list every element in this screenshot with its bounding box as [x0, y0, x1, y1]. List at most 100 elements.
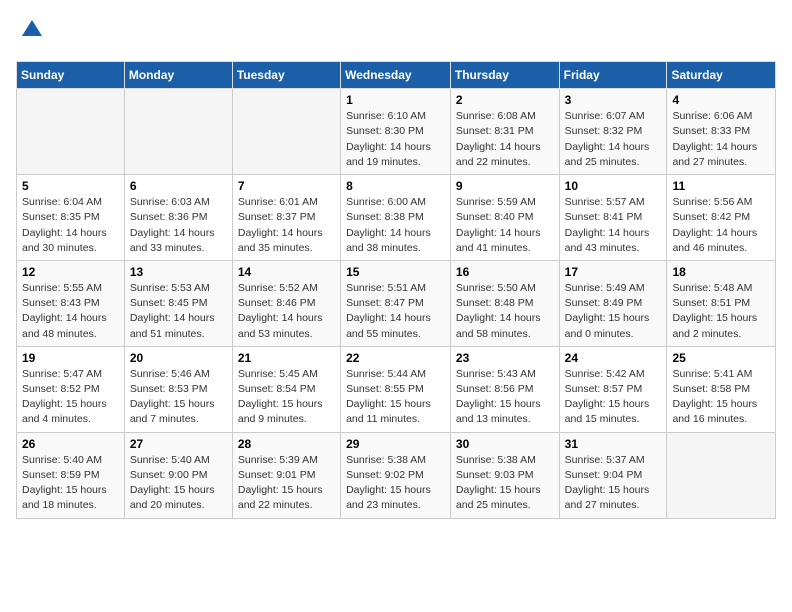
- day-info: Sunrise: 5:50 AM Sunset: 8:48 PM Dayligh…: [456, 281, 554, 342]
- day-number: 17: [565, 265, 662, 279]
- calendar-cell: [17, 89, 125, 175]
- day-number: 27: [130, 437, 227, 451]
- day-info: Sunrise: 5:53 AM Sunset: 8:45 PM Dayligh…: [130, 281, 227, 342]
- day-number: 15: [346, 265, 445, 279]
- calendar-cell: 1 Sunrise: 6:10 AM Sunset: 8:30 PM Daylig…: [341, 89, 451, 175]
- day-info: Sunrise: 5:59 AM Sunset: 8:40 PM Dayligh…: [456, 195, 554, 256]
- day-number: 23: [456, 351, 554, 365]
- day-number: 2: [456, 93, 554, 107]
- calendar-cell: 31 Sunrise: 5:37 AM Sunset: 9:04 PM Dayli…: [559, 432, 667, 518]
- day-number: 19: [22, 351, 119, 365]
- day-number: 30: [456, 437, 554, 451]
- calendar-cell: 30 Sunrise: 5:38 AM Sunset: 9:03 PM Dayli…: [450, 432, 559, 518]
- calendar-cell: 17 Sunrise: 5:49 AM Sunset: 8:49 PM Dayli…: [559, 260, 667, 346]
- day-info: Sunrise: 5:38 AM Sunset: 9:02 PM Dayligh…: [346, 453, 445, 514]
- day-number: 13: [130, 265, 227, 279]
- day-info: Sunrise: 5:37 AM Sunset: 9:04 PM Dayligh…: [565, 453, 662, 514]
- day-number: 31: [565, 437, 662, 451]
- day-info: Sunrise: 5:51 AM Sunset: 8:47 PM Dayligh…: [346, 281, 445, 342]
- day-info: Sunrise: 5:48 AM Sunset: 8:51 PM Dayligh…: [672, 281, 770, 342]
- day-info: Sunrise: 5:55 AM Sunset: 8:43 PM Dayligh…: [22, 281, 119, 342]
- day-number: 20: [130, 351, 227, 365]
- calendar-cell: 5 Sunrise: 6:04 AM Sunset: 8:35 PM Daylig…: [17, 175, 125, 261]
- calendar-week-row: 5 Sunrise: 6:04 AM Sunset: 8:35 PM Daylig…: [17, 175, 776, 261]
- calendar-week-row: 19 Sunrise: 5:47 AM Sunset: 8:52 PM Dayli…: [17, 346, 776, 432]
- day-info: Sunrise: 6:01 AM Sunset: 8:37 PM Dayligh…: [238, 195, 335, 256]
- calendar-cell: 11Sunrise: 5:56 AM Sunset: 8:42 PM Dayli…: [667, 175, 776, 261]
- day-info: Sunrise: 6:08 AM Sunset: 8:31 PM Dayligh…: [456, 109, 554, 170]
- calendar-cell: 2 Sunrise: 6:08 AM Sunset: 8:31 PM Daylig…: [450, 89, 559, 175]
- calendar-cell: 9 Sunrise: 5:59 AM Sunset: 8:40 PM Daylig…: [450, 175, 559, 261]
- day-info: Sunrise: 5:40 AM Sunset: 9:00 PM Dayligh…: [130, 453, 227, 514]
- col-header-wednesday: Wednesday: [341, 62, 451, 89]
- day-number: 18: [672, 265, 770, 279]
- calendar-cell: [124, 89, 232, 175]
- day-number: 25: [672, 351, 770, 365]
- day-number: 16: [456, 265, 554, 279]
- page-header: [16, 16, 776, 49]
- day-number: 4: [672, 93, 770, 107]
- day-info: Sunrise: 5:45 AM Sunset: 8:54 PM Dayligh…: [238, 367, 335, 428]
- day-info: Sunrise: 6:04 AM Sunset: 8:35 PM Dayligh…: [22, 195, 119, 256]
- calendar-cell: 26Sunrise: 5:40 AM Sunset: 8:59 PM Dayli…: [17, 432, 125, 518]
- day-number: 11: [672, 179, 770, 193]
- day-number: 14: [238, 265, 335, 279]
- day-info: Sunrise: 5:52 AM Sunset: 8:46 PM Dayligh…: [238, 281, 335, 342]
- logo: [16, 16, 46, 49]
- day-info: Sunrise: 5:42 AM Sunset: 8:57 PM Dayligh…: [565, 367, 662, 428]
- day-info: Sunrise: 6:10 AM Sunset: 8:30 PM Dayligh…: [346, 109, 445, 170]
- calendar-cell: 28 Sunrise: 5:39 AM Sunset: 9:01 PM Dayli…: [232, 432, 340, 518]
- day-number: 22: [346, 351, 445, 365]
- day-number: 9: [456, 179, 554, 193]
- day-info: Sunrise: 5:43 AM Sunset: 8:56 PM Dayligh…: [456, 367, 554, 428]
- day-info: Sunrise: 5:49 AM Sunset: 8:49 PM Dayligh…: [565, 281, 662, 342]
- calendar-week-row: 26Sunrise: 5:40 AM Sunset: 8:59 PM Dayli…: [17, 432, 776, 518]
- calendar-header-row: SundayMondayTuesdayWednesdayThursdayFrid…: [17, 62, 776, 89]
- day-info: Sunrise: 5:38 AM Sunset: 9:03 PM Dayligh…: [456, 453, 554, 514]
- day-number: 10: [565, 179, 662, 193]
- day-number: 3: [565, 93, 662, 107]
- day-info: Sunrise: 5:39 AM Sunset: 9:01 PM Dayligh…: [238, 453, 335, 514]
- calendar-cell: 13 Sunrise: 5:53 AM Sunset: 8:45 PM Dayli…: [124, 260, 232, 346]
- col-header-saturday: Saturday: [667, 62, 776, 89]
- day-number: 1: [346, 93, 445, 107]
- calendar-week-row: 12Sunrise: 5:55 AM Sunset: 8:43 PM Dayli…: [17, 260, 776, 346]
- day-info: Sunrise: 6:06 AM Sunset: 8:33 PM Dayligh…: [672, 109, 770, 170]
- calendar-table: SundayMondayTuesdayWednesdayThursdayFrid…: [16, 61, 776, 518]
- day-info: Sunrise: 5:44 AM Sunset: 8:55 PM Dayligh…: [346, 367, 445, 428]
- calendar-cell: 24 Sunrise: 5:42 AM Sunset: 8:57 PM Dayli…: [559, 346, 667, 432]
- col-header-friday: Friday: [559, 62, 667, 89]
- calendar-cell: 12Sunrise: 5:55 AM Sunset: 8:43 PM Dayli…: [17, 260, 125, 346]
- calendar-cell: [667, 432, 776, 518]
- day-info: Sunrise: 6:00 AM Sunset: 8:38 PM Dayligh…: [346, 195, 445, 256]
- day-number: 28: [238, 437, 335, 451]
- calendar-cell: 18 Sunrise: 5:48 AM Sunset: 8:51 PM Dayli…: [667, 260, 776, 346]
- calendar-cell: 22 Sunrise: 5:44 AM Sunset: 8:55 PM Dayli…: [341, 346, 451, 432]
- day-number: 24: [565, 351, 662, 365]
- day-info: Sunrise: 6:07 AM Sunset: 8:32 PM Dayligh…: [565, 109, 662, 170]
- calendar-cell: [232, 89, 340, 175]
- calendar-cell: 27 Sunrise: 5:40 AM Sunset: 9:00 PM Dayli…: [124, 432, 232, 518]
- col-header-tuesday: Tuesday: [232, 62, 340, 89]
- day-number: 5: [22, 179, 119, 193]
- calendar-cell: 23 Sunrise: 5:43 AM Sunset: 8:56 PM Dayli…: [450, 346, 559, 432]
- col-header-thursday: Thursday: [450, 62, 559, 89]
- calendar-cell: 6Sunrise: 6:03 AM Sunset: 8:36 PM Daylig…: [124, 175, 232, 261]
- calendar-cell: 10 Sunrise: 5:57 AM Sunset: 8:41 PM Dayli…: [559, 175, 667, 261]
- col-header-monday: Monday: [124, 62, 232, 89]
- calendar-cell: 7 Sunrise: 6:01 AM Sunset: 8:37 PM Daylig…: [232, 175, 340, 261]
- day-info: Sunrise: 6:03 AM Sunset: 8:36 PM Dayligh…: [130, 195, 227, 256]
- day-number: 21: [238, 351, 335, 365]
- day-info: Sunrise: 5:57 AM Sunset: 8:41 PM Dayligh…: [565, 195, 662, 256]
- calendar-cell: 25Sunrise: 5:41 AM Sunset: 8:58 PM Dayli…: [667, 346, 776, 432]
- calendar-cell: 16 Sunrise: 5:50 AM Sunset: 8:48 PM Dayli…: [450, 260, 559, 346]
- col-header-sunday: Sunday: [17, 62, 125, 89]
- logo-icon: [18, 16, 46, 44]
- calendar-cell: 8Sunrise: 6:00 AM Sunset: 8:38 PM Daylig…: [341, 175, 451, 261]
- day-number: 7: [238, 179, 335, 193]
- calendar-cell: 21 Sunrise: 5:45 AM Sunset: 8:54 PM Dayli…: [232, 346, 340, 432]
- day-info: Sunrise: 5:46 AM Sunset: 8:53 PM Dayligh…: [130, 367, 227, 428]
- day-number: 26: [22, 437, 119, 451]
- calendar-cell: 20 Sunrise: 5:46 AM Sunset: 8:53 PM Dayli…: [124, 346, 232, 432]
- day-info: Sunrise: 5:47 AM Sunset: 8:52 PM Dayligh…: [22, 367, 119, 428]
